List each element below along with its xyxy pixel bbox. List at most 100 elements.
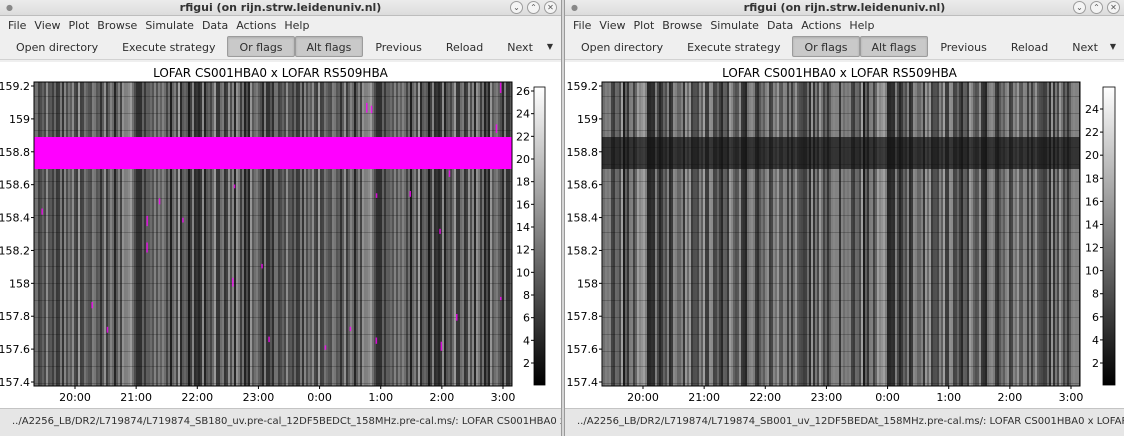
y-tick-label: 158.8: [567, 146, 599, 159]
y-tick-label: 157.8: [567, 310, 599, 323]
x-tick-label: 20:00: [627, 391, 659, 404]
x-tick-label: 22:00: [181, 391, 213, 404]
colorbar: [533, 86, 546, 386]
x-tick-label: 3:00: [1059, 391, 1084, 404]
menu-data[interactable]: Data: [198, 19, 232, 32]
title-bar: ● rfigui (on rijn.strw.leidenuniv.nl) ⌄ …: [0, 0, 561, 16]
open-directory-button[interactable]: Open directory: [4, 36, 110, 57]
y-tick-label: 159.2: [0, 80, 30, 93]
y-tick-label: 157.4: [567, 376, 599, 389]
x-tick-label: 23:00: [243, 391, 275, 404]
menu-help[interactable]: Help: [280, 19, 313, 32]
maximize-icon[interactable]: ⌃: [1090, 1, 1103, 14]
window-title: rfigui (on rijn.strw.leidenuniv.nl): [179, 1, 382, 14]
flag-mark: [121, 157, 123, 167]
menu-help[interactable]: Help: [845, 19, 878, 32]
menu-view[interactable]: View: [595, 19, 629, 32]
or-flags-toggle[interactable]: Or flags: [792, 36, 860, 57]
window-title: rfigui (on rijn.strw.leidenuniv.nl): [743, 1, 946, 14]
colorbar-tick-label: 14: [1085, 218, 1099, 231]
colorbar-tick-label: 8: [523, 289, 530, 302]
toolbar-overflow-icon[interactable]: ▼: [1110, 42, 1116, 51]
menu-browse[interactable]: Browse: [93, 19, 141, 32]
flag-mark: [106, 326, 109, 333]
colorbar-tick-label: 12: [516, 244, 530, 257]
flag-mark: [499, 82, 502, 93]
menu-browse[interactable]: Browse: [658, 19, 706, 32]
execute-strategy-button[interactable]: Execute strategy: [675, 36, 792, 57]
menu-actions[interactable]: Actions: [797, 19, 845, 32]
y-tick-label: 158: [577, 277, 598, 290]
rfigui-window-right: ● rfigui (on rijn.strw.leidenuniv.nl) ⌄ …: [564, 0, 1124, 436]
flag-mark: [375, 193, 378, 198]
toolbar-overflow-icon[interactable]: ▼: [547, 42, 553, 51]
menu-simulate[interactable]: Simulate: [141, 19, 198, 32]
flag-mark: [409, 191, 411, 197]
minimize-icon[interactable]: ⌄: [1073, 1, 1086, 14]
y-tick-label: 157.4: [0, 376, 30, 389]
menu-data[interactable]: Data: [763, 19, 797, 32]
x-tick-label: 1:00: [368, 391, 393, 404]
flag-mark: [440, 341, 443, 351]
colorbar-tick-label: 24: [516, 108, 530, 121]
close-icon[interactable]: ✕: [1107, 1, 1120, 14]
flag-mark: [448, 170, 451, 177]
flag-mark: [349, 326, 352, 332]
flag-mark: [456, 314, 458, 321]
alt-flags-toggle[interactable]: Alt flags: [294, 36, 364, 57]
plot-area[interactable]: LOFAR CS001HBA0 x LOFAR RS509HBA 159.2 15…: [565, 62, 1124, 408]
y-tick-label: 158.2: [567, 244, 599, 257]
menu-file[interactable]: File: [569, 19, 595, 32]
or-flags-toggle[interactable]: Or flags: [227, 36, 295, 57]
menu-plot[interactable]: Plot: [65, 19, 94, 32]
menu-view[interactable]: View: [30, 19, 64, 32]
reload-button[interactable]: Reload: [999, 36, 1060, 57]
colorbar-tick-label: 20: [516, 153, 530, 166]
x-tick-label: 3:00: [491, 391, 516, 404]
colorbar-tick-label: 12: [1085, 242, 1099, 255]
colorbar-tick-label: 16: [1085, 195, 1099, 208]
colorbar-tick-label: 2: [523, 357, 530, 370]
toolbar: Open directory Execute strategy Or flags…: [565, 34, 1124, 60]
reload-button[interactable]: Reload: [434, 36, 495, 57]
y-tick-label: 159: [577, 113, 598, 126]
menu-plot[interactable]: Plot: [630, 19, 659, 32]
close-icon[interactable]: ✕: [544, 1, 557, 14]
alt-flags-toggle[interactable]: Alt flags: [859, 36, 929, 57]
y-tick-label: 158.4: [567, 212, 599, 225]
colorbar-tick-label: 16: [516, 198, 530, 211]
open-directory-button[interactable]: Open directory: [569, 36, 675, 57]
plot-area[interactable]: LOFAR CS001HBA0 x LOFAR RS509HBA 159.2 15…: [0, 62, 561, 408]
x-tick-label: 23:00: [811, 391, 843, 404]
rfigui-window-left: ● rfigui (on rijn.strw.leidenuniv.nl) ⌄ …: [0, 0, 562, 436]
next-button[interactable]: Next: [495, 36, 545, 57]
menu-actions[interactable]: Actions: [232, 19, 280, 32]
flag-mark: [182, 217, 184, 223]
flag-mark: [261, 263, 263, 269]
status-bar: ../A2256_LB/DR2/L719874/L719874_SB001_uv…: [565, 408, 1124, 436]
minimize-icon[interactable]: ⌄: [510, 1, 523, 14]
y-tick-label: 158.6: [567, 179, 599, 192]
colorbar: [1102, 86, 1116, 386]
waterfall-plot[interactable]: 159.2 159 158.8 158.6 158.4 158.2 158 157.8 157.…: [565, 62, 1124, 408]
spectrogram[interactable]: [601, 81, 1081, 387]
previous-button[interactable]: Previous: [928, 36, 999, 57]
x-tick-label: 21:00: [120, 391, 152, 404]
x-tick-label: 2:00: [430, 391, 455, 404]
flag-mark: [366, 102, 368, 113]
menu-file[interactable]: File: [4, 19, 30, 32]
next-button[interactable]: Next: [1060, 36, 1110, 57]
x-tick-label: 2:00: [998, 391, 1023, 404]
low-power-band: [602, 137, 1080, 169]
spectrogram[interactable]: [33, 81, 513, 387]
maximize-icon[interactable]: ⌃: [527, 1, 540, 14]
previous-button[interactable]: Previous: [363, 36, 434, 57]
flag-mark: [495, 124, 498, 133]
execute-strategy-button[interactable]: Execute strategy: [110, 36, 227, 57]
menu-simulate[interactable]: Simulate: [706, 19, 763, 32]
status-bar: ../A2256_LB/DR2/L719874/L719874_SB180_uv…: [0, 408, 561, 436]
flag-mark: [439, 228, 441, 234]
waterfall-plot[interactable]: 159.2 159 158.8 158.6 158.4 158.2 158 157.8 157.…: [0, 62, 562, 408]
flag-mark: [91, 302, 93, 309]
colorbar-tick-label: 14: [516, 221, 530, 234]
